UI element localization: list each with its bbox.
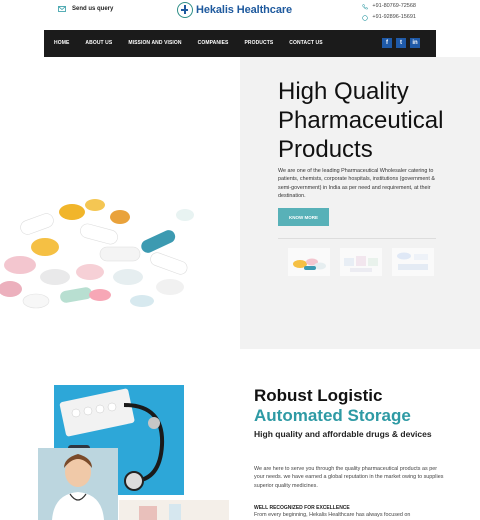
top-bar: Send us query Hekalis Healthcare +91-807… — [44, 0, 436, 30]
send-query-label: Send us query — [72, 6, 114, 12]
know-more-button[interactable]: KNOW MORE — [278, 208, 329, 226]
doctor-image — [38, 448, 118, 520]
phone-row-2[interactable]: +91-92896-15691 — [362, 12, 416, 23]
pills-thumb-image — [293, 258, 326, 270]
products-thumb-image — [397, 252, 428, 270]
lab-image — [119, 500, 229, 520]
main-nav: HOME ABOUT US MISSION AND VISION COMPANI… — [44, 30, 436, 57]
social-links: f t in — [382, 38, 420, 48]
doctor-portrait — [38, 448, 118, 520]
boxes-thumb-image — [344, 256, 378, 272]
section-subtitle: Automated Storage — [254, 406, 411, 425]
twitter-icon[interactable]: t — [396, 38, 406, 48]
phone-row-1[interactable]: +91-80769-72568 — [362, 1, 416, 12]
excellence-text: From every beginning, Hekalis Healthcare… — [254, 512, 411, 518]
section-description: We are here to serve you through the qua… — [254, 466, 444, 489]
thumbnail-pills[interactable] — [288, 248, 330, 276]
hero-title-line1: High Quality — [278, 78, 409, 105]
brand-logo[interactable]: Hekalis Healthcare — [177, 2, 292, 18]
hero-title-line3: Products — [278, 136, 373, 163]
contact-numbers: +91-80769-72568 +91-92896-15691 — [362, 1, 416, 23]
nav-item-contact[interactable]: CONTACT US — [289, 40, 322, 46]
nav-item-home[interactable]: HOME — [54, 40, 69, 46]
hero-panel: High Quality Pharmaceutical Products We … — [240, 57, 480, 349]
logo-icon — [177, 2, 193, 18]
nav-item-mission[interactable]: MISSION AND VISION — [128, 40, 181, 46]
mail-icon — [58, 6, 66, 12]
pills-image — [0, 199, 194, 309]
brand-name: Hekalis Healthcare — [196, 4, 293, 16]
divider — [278, 238, 436, 239]
nav-item-products[interactable]: PRODUCTS — [244, 40, 273, 46]
thumbnail-boxes[interactable] — [340, 248, 382, 276]
thumbnail-row — [288, 248, 434, 276]
whatsapp-icon — [362, 14, 369, 21]
hero-description: We are one of the leading Pharmaceutical… — [278, 168, 436, 199]
hero-title-line2: Pharmaceutical — [278, 107, 444, 134]
section-title: Robust Logistic — [254, 386, 383, 405]
lab-photo — [119, 500, 229, 520]
phone-number-1: +91-80769-72568 — [372, 3, 416, 9]
thumbnail-products[interactable] — [392, 248, 434, 276]
hero-image-area — [0, 57, 240, 309]
send-query-link[interactable]: Send us query — [58, 6, 113, 12]
nav-item-about[interactable]: ABOUT US — [85, 40, 112, 46]
section-tagline: High quality and affordable drugs & devi… — [254, 429, 432, 439]
phone-number-2: +91-92896-15691 — [372, 14, 416, 20]
excellence-heading: WELL RECOGNIZED FOR EXCELLENCE — [254, 505, 350, 511]
instagram-icon[interactable]: in — [410, 38, 420, 48]
facebook-icon[interactable]: f — [382, 38, 392, 48]
nav-item-companies[interactable]: COMPANIES — [198, 40, 229, 46]
phone-icon — [362, 3, 369, 9]
hero-title: High Quality Pharmaceutical Products — [278, 77, 443, 164]
